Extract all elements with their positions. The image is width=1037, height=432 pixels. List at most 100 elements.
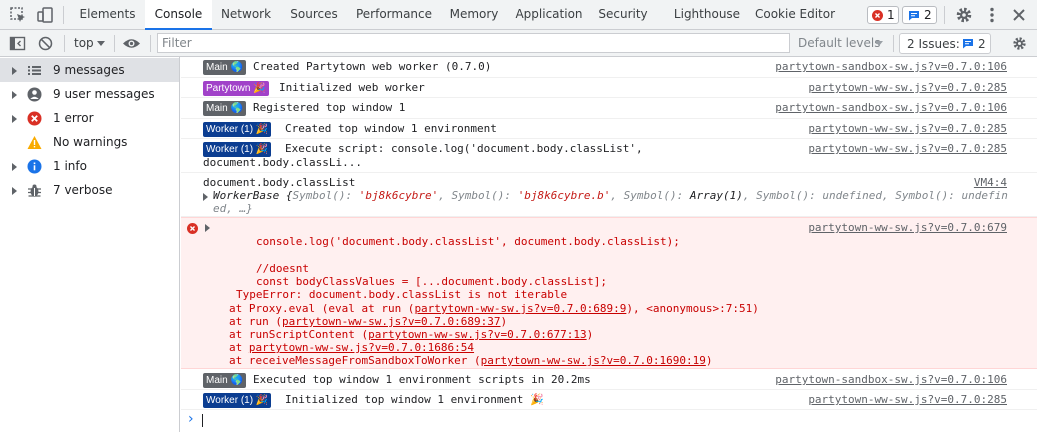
object-key: Symbol(): [292,189,359,202]
tab-security[interactable]: Security [590,0,656,30]
toolbar-divider [893,35,894,52]
tab-console[interactable]: Console [145,0,212,30]
sidebar-item-verbose[interactable]: 7 verbose [0,178,179,202]
tab-memory[interactable]: Memory [440,0,508,30]
chevron-down-icon [97,41,105,46]
console-settings-gear-icon[interactable] [1011,35,1028,52]
expand-object-icon[interactable] [203,193,208,201]
clear-console-icon[interactable] [38,36,53,51]
issues-count: 2 [978,37,986,51]
error-count-badge[interactable]: 1 [867,6,899,24]
source-link[interactable]: partytown-ww-sw.js?v=0.7.0:285 [808,142,1007,155]
source-link[interactable]: partytown-ww-sw.js?v=0.7.0:285 [808,81,1007,94]
source-link[interactable]: VM4:4 [974,176,1007,189]
log-levels-dropdown[interactable]: Default levels [794,33,890,54]
stack-frame: at Proxy.eval (eval at run (partytown-ww… [229,302,759,315]
stack-frame: at receiveMessageFromSandboxToWorker (pa… [229,354,712,367]
prompt-chevron-icon: › [188,411,194,427]
sidebar-item-warnings[interactable]: No warnings [0,130,179,154]
stack-frame-link[interactable]: partytown-ww-sw.js?v=0.7.0:1686:54 [249,341,474,354]
expand-arrow-icon[interactable] [12,163,17,171]
sidebar-toggle-icon[interactable] [9,35,26,52]
stack-frame-text: at Proxy.eval (eval at run ( [229,302,415,315]
tab-performance[interactable]: Performance [348,0,440,30]
type-error-text: TypeError: document.body.classList is no… [236,288,568,301]
close-icon[interactable] [1009,5,1029,25]
stack-frame: at partytown-ww-sw.js?v=0.7.0:1686:54 [229,341,474,354]
stack-frame-text: at run ( [229,315,282,328]
tab-elements[interactable]: Elements [70,0,145,30]
eye-icon[interactable] [122,36,141,51]
stack-frame-link[interactable]: partytown-ww-sw.js?v=0.7.0:689:9 [414,302,626,315]
context-badge: Main 🌎 [203,101,246,116]
console-message[interactable]: Main 🌎 Registered top window 1 partytown… [181,98,1037,119]
tab-application[interactable]: Application [508,0,590,30]
message-count: 2 [924,8,932,22]
console-message[interactable]: Partytown 🎉 Initialized web worker party… [181,78,1037,98]
object-class: WorkerBase { [213,189,293,202]
sidebar-item-info[interactable]: 1 info [0,154,179,178]
object-key: , Symbol(): [742,189,823,202]
sidebar-item-messages[interactable]: 9 messages [0,58,179,82]
stack-frame-text: at [229,341,249,354]
source-link[interactable]: partytown-ww-sw.js?v=0.7.0:285 [808,122,1007,135]
sidebar-item-user-messages[interactable]: 9 user messages [0,82,179,106]
source-link[interactable]: partytown-ww-sw.js?v=0.7.0:679 [808,221,1007,234]
message-text: Created top window 1 environment [285,122,497,135]
expand-arrow-icon[interactable] [12,187,17,195]
stack-frame-link[interactable]: partytown-ww-sw.js?v=0.7.0:1690:19 [481,354,706,367]
message-icon [963,39,973,49]
more-options-icon[interactable] [982,5,1002,25]
expand-error-icon[interactable] [205,224,210,232]
message-text: Initialized top window 1 environment 🎉 [285,393,544,406]
tab-lighthouse[interactable]: Lighthouse [668,0,746,30]
inspect-element-icon[interactable] [8,5,28,25]
context-badge: Worker (1) 🎉 [203,122,272,137]
filter-input[interactable]: Filter [157,33,790,53]
error-count: 1 [887,8,895,22]
stack-frame-text: ) [500,315,508,328]
message-count-badge[interactable]: 2 [902,6,937,24]
context-badge: Partytown 🎉 [203,81,269,96]
message-text: Initialized web worker [279,81,425,94]
expand-arrow-icon[interactable] [12,67,17,75]
stack-frame: at run (partytown-ww-sw.js?v=0.7.0:689:3… [229,315,507,328]
message-text: document.body.classList [203,176,356,189]
sidebar-item-label: No warnings [53,135,128,149]
object-value: 'bj8k6cybre' [358,189,439,202]
console-message[interactable]: Main 🌎 Executed top window 1 environment… [181,369,1037,390]
tab-sources[interactable]: Sources [280,0,348,30]
console-message[interactable]: document.body.classList VM4:4 WorkerBase… [181,173,1037,217]
expand-arrow-icon[interactable] [12,115,17,123]
chevron-down-icon [875,41,883,46]
stack-frame-link[interactable]: partytown-ww-sw.js?v=0.7.0:677:13 [368,328,587,341]
console-prompt[interactable]: › [181,410,1037,432]
stack-frame-text: ) [586,328,594,341]
console-message[interactable]: Worker (1) 🎉 Execute script: console.log… [181,139,1037,173]
message-text: Created Partytown web worker (0.7.0) [253,60,492,73]
toolbar-divider [944,6,945,24]
tab-cookie-editor[interactable]: Cookie Editor [752,0,838,30]
error-icon [187,223,198,234]
expand-arrow-icon[interactable] [12,91,17,99]
context-selector[interactable]: top [69,33,114,54]
tab-network[interactable]: Network [212,0,280,30]
source-link[interactable]: partytown-sandbox-sw.js?v=0.7.0:106 [775,101,1007,114]
source-link[interactable]: partytown-ww-sw.js?v=0.7.0:285 [808,393,1007,406]
console-message[interactable]: Main 🌎 Created Partytown web worker (0.7… [181,57,1037,78]
stack-frame-text: ), <anonymous>:7:51) [626,302,759,315]
sidebar-item-errors[interactable]: 1 error [0,106,179,130]
console-message[interactable]: Worker (1) 🎉 Initialized top window 1 en… [181,390,1037,410]
source-link[interactable]: partytown-sandbox-sw.js?v=0.7.0:106 [775,373,1007,386]
object-preview[interactable]: WorkerBase {Symbol(): 'bj8k6cybre' , Symb… [213,189,1008,202]
source-link[interactable]: partytown-sandbox-sw.js?v=0.7.0:106 [775,60,1007,73]
console-message[interactable]: Worker (1) 🎉 Created top window 1 enviro… [181,119,1037,139]
settings-gear-icon[interactable] [954,5,974,25]
issues-button[interactable]: 2 Issues: 2 [899,33,991,54]
device-toolbar-icon[interactable] [35,5,55,25]
console-error-message[interactable]: partytown-ww-sw.js?v=0.7.0:679 console.l… [181,217,1037,369]
stack-frame-link[interactable]: partytown-ww-sw.js?v=0.7.0:689:37 [282,315,501,328]
error-icon [27,111,42,126]
context-badge: Worker (1) 🎉 [203,393,272,408]
sidebar-item-label: 9 user messages [53,87,155,101]
